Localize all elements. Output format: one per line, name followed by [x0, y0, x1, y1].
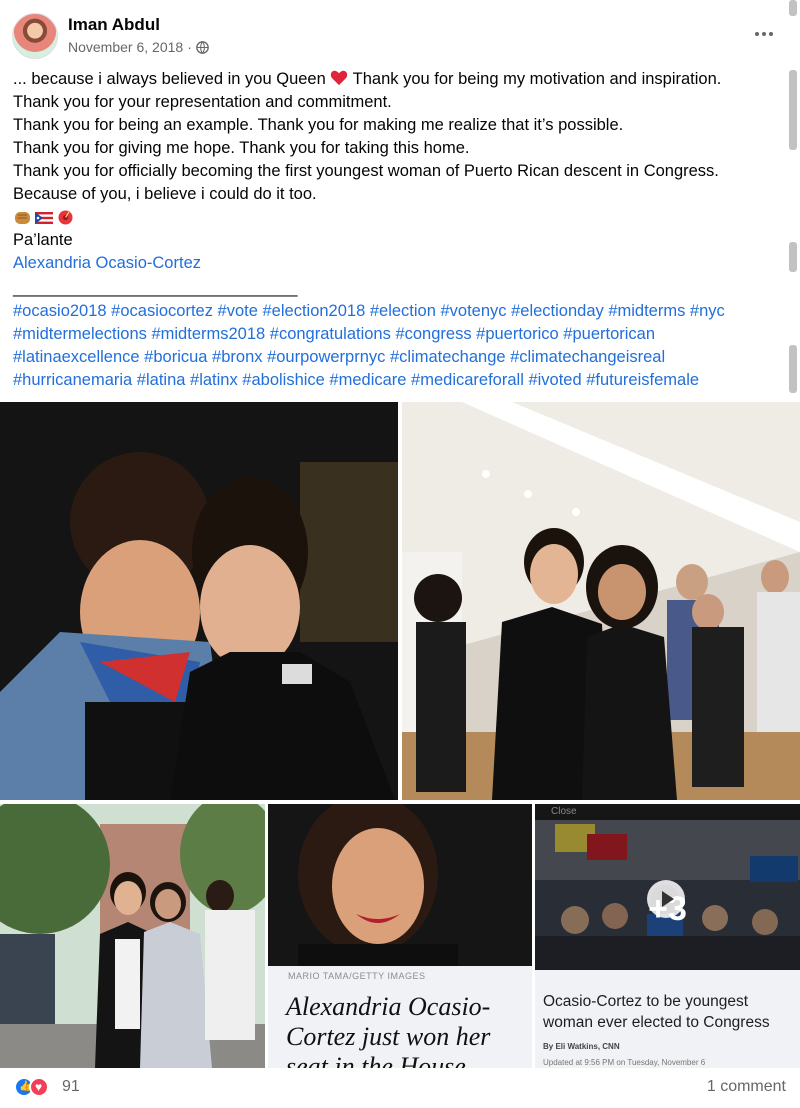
scrollbar-thumb[interactable] — [789, 0, 797, 16]
message-line-6: Because of you, i believe i could do it … — [13, 185, 317, 203]
article-2-updated: Updated at 9:56 PM on Tuesday, November … — [543, 1058, 706, 1067]
scrollbar-thumb[interactable] — [789, 345, 797, 393]
message-line-2: Thank you for your representation and co… — [13, 93, 392, 111]
photo-2-image — [402, 402, 800, 800]
photo-4-article[interactable]: MARIO TAMA/GETTY IMAGES Alexandria Ocasi… — [268, 804, 532, 1068]
article-2-title: Ocasio-Cortez to be youngest woman ever … — [543, 993, 770, 1031]
photo-5-article[interactable]: Close +3 Ocasio-Cortez to be youngest wo… — [535, 804, 800, 1068]
author-avatar[interactable] — [12, 13, 58, 59]
post-meta: November 6, 2018 · — [68, 39, 209, 55]
mention-link[interactable]: Alexandria Ocasio-Cortez — [13, 254, 201, 272]
message-line-palante: Pa’lante — [13, 231, 73, 249]
love-reaction-icon — [29, 1077, 49, 1097]
hashtag-line[interactable]: #latinaexcellence #boricua #bronx #ourpo… — [13, 346, 783, 369]
reaction-icons[interactable] — [14, 1077, 49, 1097]
photo-grid: MARIO TAMA/GETTY IMAGES Alexandria Ocasi… — [0, 402, 800, 1068]
more-options-icon[interactable] — [752, 22, 776, 46]
globe-icon[interactable] — [196, 40, 209, 54]
author-name[interactable]: Iman Abdul — [68, 15, 160, 35]
emoji-row — [13, 206, 783, 229]
message-line-4: Thank you for giving me hope. Thank you … — [13, 139, 470, 157]
message-line-1: ... because i always believed in you Que… — [13, 70, 722, 88]
hashtag-line[interactable]: #midtermelections #midterms2018 #congrat… — [13, 323, 783, 346]
photo-1[interactable] — [0, 402, 398, 800]
comments-count[interactable]: 1 comment — [707, 1078, 786, 1096]
photo-credit: MARIO TAMA/GETTY IMAGES — [288, 971, 426, 981]
hashtag-line[interactable]: #ocasio2018 #ocasiocortez #vote #electio… — [13, 300, 783, 323]
hashtag-line[interactable]: #hurricanemaria #latina #latinx #abolish… — [13, 369, 783, 392]
meta-dot: · — [187, 39, 192, 55]
article-1-title: Alexandria Ocasio- Cortez just won her s… — [286, 992, 491, 1068]
post-footer: 91 1 comment — [0, 1068, 800, 1108]
red-heart-emoji — [331, 70, 348, 86]
article-2-byline: By Eli Watkins, CNN — [543, 1042, 620, 1051]
play-icon[interactable] — [647, 880, 685, 918]
fist-emoji — [15, 212, 30, 224]
hashtags-block: #ocasio2018 #ocasiocortez #vote #electio… — [13, 300, 783, 392]
divider-line: _______________________________ — [13, 279, 298, 297]
photo-3[interactable] — [0, 804, 265, 1068]
post-message: ... because i always believed in you Que… — [13, 68, 783, 392]
photo-3-image — [0, 804, 265, 1068]
post-header: Iman Abdul November 6, 2018 · — [0, 0, 800, 66]
article-1-image — [268, 804, 532, 966]
puerto-rico-flag-emoji — [35, 212, 53, 224]
scrollbar-thumb[interactable] — [789, 70, 797, 150]
reaction-count[interactable]: 91 — [62, 1078, 80, 1096]
scrollbar-thumb[interactable] — [789, 242, 797, 272]
hibiscus-flower-emoji — [58, 210, 73, 225]
post-date[interactable]: November 6, 2018 — [68, 39, 183, 55]
photo-2[interactable] — [402, 402, 800, 800]
photo-1-image — [0, 402, 398, 800]
message-line-5: Thank you for officially becoming the fi… — [13, 162, 719, 180]
message-line-3: Thank you for being an example. Thank yo… — [13, 116, 624, 134]
